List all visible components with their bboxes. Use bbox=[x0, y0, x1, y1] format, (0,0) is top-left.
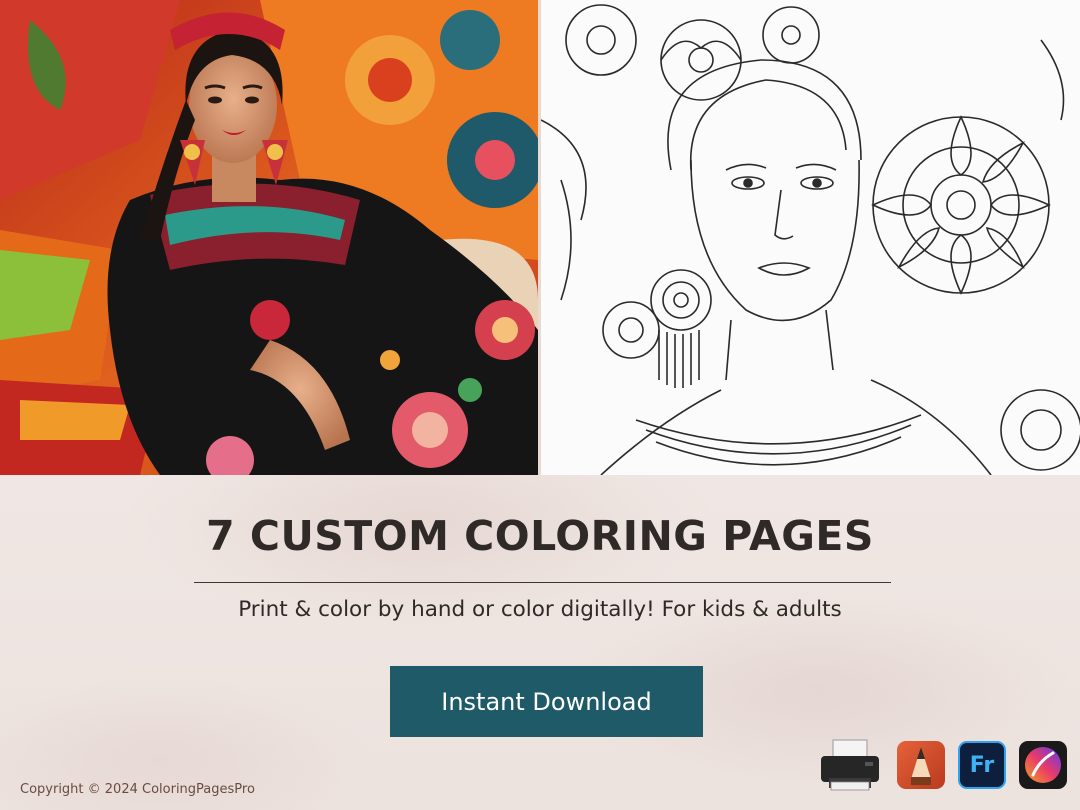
subheadline: Print & color by hand or color digitally… bbox=[238, 597, 842, 622]
headline-divider bbox=[194, 582, 891, 583]
app-icons-row: Fr bbox=[815, 738, 1067, 794]
copyright-notice: Copyright © 2024 ColoringPagesPro bbox=[20, 782, 255, 797]
pencil-app-icon bbox=[897, 741, 945, 789]
line-art-coloring-image bbox=[541, 0, 1080, 475]
instant-download-button[interactable]: Instant Download bbox=[390, 666, 703, 737]
procreate-app-icon bbox=[1019, 741, 1067, 789]
headline: 7 CUSTOM COLORING PAGES bbox=[206, 512, 874, 560]
colored-portrait-image bbox=[0, 0, 538, 475]
colored-portrait-art bbox=[0, 0, 538, 475]
line-art-portrait-art bbox=[541, 0, 1080, 475]
fresco-app-icon: Fr bbox=[958, 741, 1006, 789]
printer-icon bbox=[815, 738, 885, 794]
